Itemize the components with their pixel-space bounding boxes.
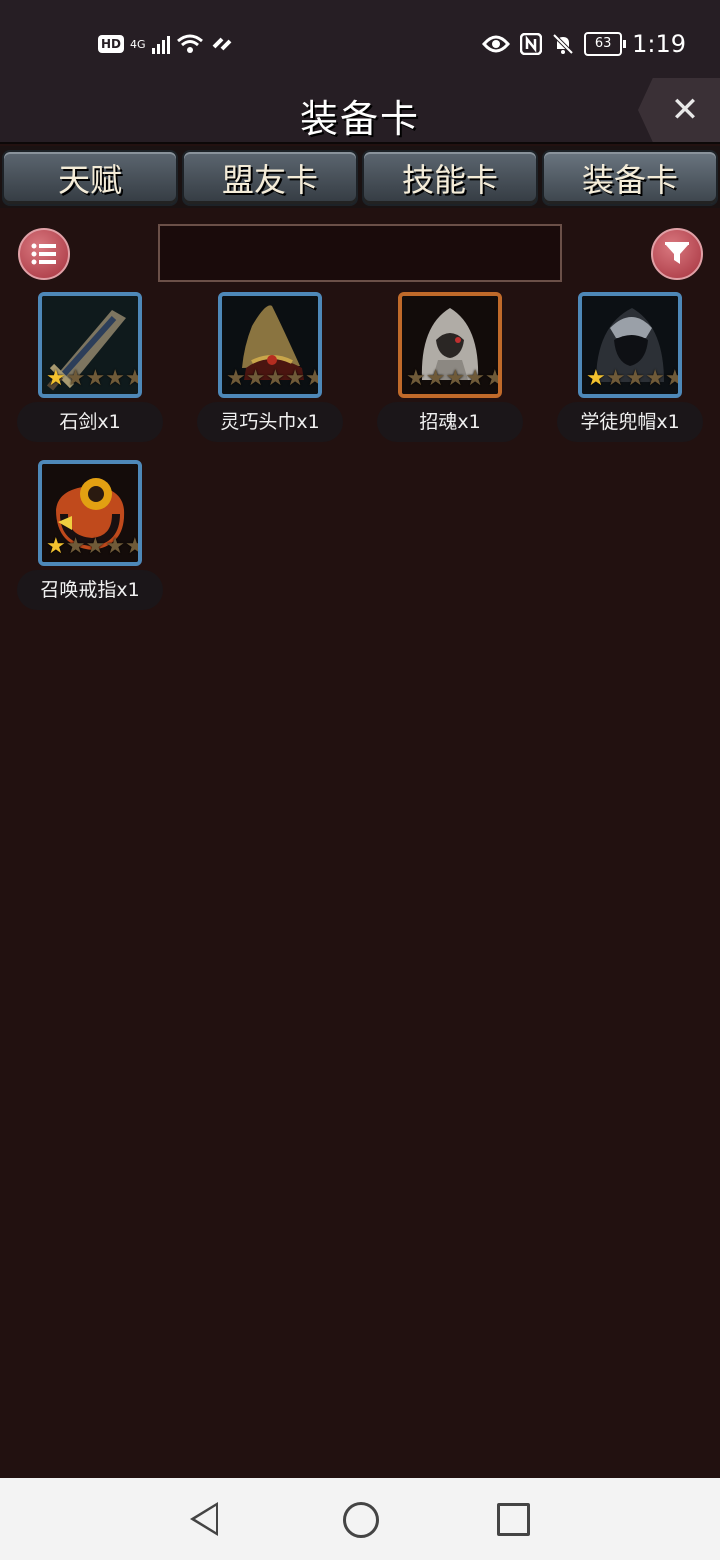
star-empty-icon: ★ xyxy=(665,368,678,390)
equipment-card[interactable]: ★★★★★ 石剑x1 xyxy=(17,292,163,442)
star-empty-icon: ★ xyxy=(65,534,86,559)
star-rating: ★★★★★ xyxy=(586,366,678,391)
eye-icon xyxy=(482,35,511,53)
mute-bell-icon xyxy=(552,33,574,55)
star-empty-icon: ★ xyxy=(85,534,106,559)
star-rating: ★★★★★ xyxy=(46,366,138,391)
battery-icon: 63 xyxy=(584,32,627,56)
status-left: HD 4G xyxy=(98,30,234,58)
status-bar: HD 4G 63 1:19 xyxy=(0,0,720,84)
star-empty-icon: ★ xyxy=(226,366,246,391)
star-empty-icon: ★ xyxy=(485,368,498,390)
status-right: 63 1:19 xyxy=(482,28,686,60)
star-empty-icon: ★ xyxy=(625,366,646,391)
card-label: 学徒兜帽x1 xyxy=(557,402,703,442)
search-input[interactable] xyxy=(158,224,562,282)
tab-ally-card[interactable]: 盟友卡 xyxy=(182,150,358,206)
tab-talent[interactable]: 天赋 xyxy=(2,150,178,206)
clock: 1:19 xyxy=(632,30,686,58)
star-empty-icon: ★ xyxy=(605,366,626,391)
star-rating: ★★★★★ xyxy=(226,366,318,391)
tab-bar: 天赋 盟友卡 技能卡 装备卡 xyxy=(0,146,720,208)
star-filled-icon: ★ xyxy=(46,366,66,391)
tab-skill-card[interactable]: 技能卡 xyxy=(362,150,538,206)
star-empty-icon: ★ xyxy=(285,366,305,391)
system-nav-bar xyxy=(0,1478,720,1560)
close-button[interactable]: ✕ xyxy=(638,78,720,142)
close-icon: ✕ xyxy=(670,90,700,130)
equipment-card[interactable]: ★★★★★ 召唤戒指x1 xyxy=(17,460,163,610)
star-empty-icon: ★ xyxy=(65,366,86,391)
star-empty-icon: ★ xyxy=(425,366,446,391)
star-rating: ★★★★★ xyxy=(46,534,138,559)
card-label: 灵巧头巾x1 xyxy=(197,402,343,442)
star-empty-icon: ★ xyxy=(85,366,106,391)
star-filled-icon: ★ xyxy=(586,366,606,391)
signal-icon xyxy=(151,34,170,54)
star-empty-icon: ★ xyxy=(125,536,138,558)
card-label: 招魂x1 xyxy=(377,402,523,442)
tab-equipment-card[interactable]: 装备卡 xyxy=(542,150,718,206)
page-title: 装备卡 xyxy=(299,97,420,141)
toolbar xyxy=(0,218,720,290)
home-icon[interactable] xyxy=(343,1502,379,1538)
card-label: 召唤戒指x1 xyxy=(17,570,163,610)
star-empty-icon: ★ xyxy=(645,366,665,391)
title-bar: 装备卡 ✕ xyxy=(0,78,720,144)
network-type: 4G xyxy=(130,37,146,51)
filter-button[interactable] xyxy=(651,228,703,280)
star-rating: ★★★★★ xyxy=(406,366,498,391)
equipment-card[interactable]: ★★★★★ 招魂x1 xyxy=(377,292,523,442)
star-empty-icon: ★ xyxy=(305,368,318,390)
star-empty-icon: ★ xyxy=(465,366,485,391)
list-button[interactable] xyxy=(18,228,70,280)
star-empty-icon: ★ xyxy=(265,366,286,391)
equipment-card[interactable]: ★★★★★ 学徒兜帽x1 xyxy=(557,292,703,442)
nfc-icon xyxy=(520,33,543,55)
list-icon xyxy=(31,243,56,265)
card-icon-frame: ★★★★★ xyxy=(578,292,682,398)
star-empty-icon: ★ xyxy=(105,366,125,391)
star-filled-icon: ★ xyxy=(46,534,66,559)
link-icon xyxy=(212,37,231,51)
star-empty-icon: ★ xyxy=(125,368,138,390)
back-icon-inner xyxy=(195,1506,216,1532)
card-icon-frame: ★★★★★ xyxy=(218,292,322,398)
recent-apps-icon[interactable] xyxy=(497,1503,530,1536)
hd-icon: HD xyxy=(98,35,125,53)
star-empty-icon: ★ xyxy=(105,534,125,559)
wifi-icon xyxy=(176,34,203,53)
star-empty-icon: ★ xyxy=(445,366,466,391)
card-label: 石剑x1 xyxy=(17,402,163,442)
star-empty-icon: ★ xyxy=(406,366,426,391)
filter-icon xyxy=(665,242,689,264)
card-icon-frame: ★★★★★ xyxy=(38,460,142,566)
card-icon-frame: ★★★★★ xyxy=(398,292,502,398)
equipment-card[interactable]: ★★★★★ 灵巧头巾x1 xyxy=(197,292,343,442)
star-empty-icon: ★ xyxy=(245,366,266,391)
card-icon-frame: ★★★★★ xyxy=(38,292,142,398)
